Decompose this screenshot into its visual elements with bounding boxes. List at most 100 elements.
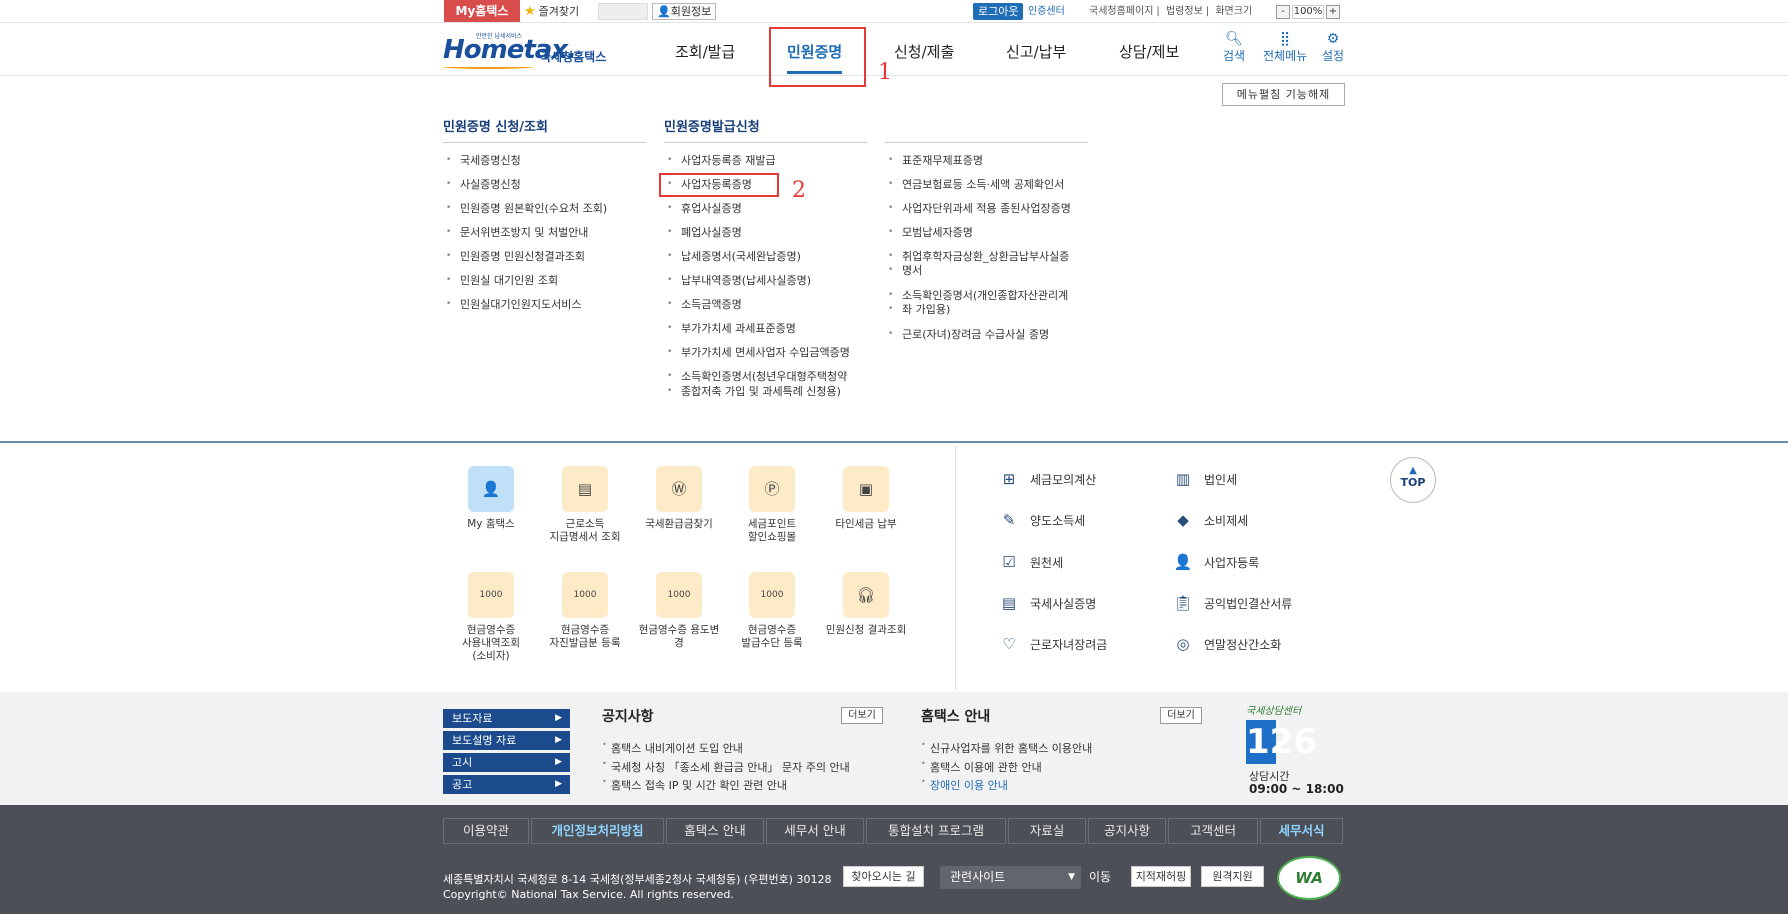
quick-pay-others-tax[interactable]: ▣ 타인세금 납부 [820, 466, 912, 531]
tax-fact-certificate[interactable]: ▤ 국세사실증명 [998, 592, 1096, 614]
notice-item[interactable]: 국세청 사칭 「종소세 환급금 안내」 문자 주의 안내 [602, 759, 850, 775]
header-all-menu[interactable]: ⣿ 전체메뉴 [1263, 31, 1307, 64]
menu-item[interactable]: 민원실대기인원지도서비스 [443, 298, 581, 311]
header-search[interactable]: 🔍︎ 검색 [1223, 31, 1245, 64]
favorites-button[interactable]: ★ 즐겨찾기 [524, 3, 579, 20]
scroll-top-button[interactable]: ▲ TOP [1390, 457, 1436, 503]
tax-consumption[interactable]: ◆ 소비제세 [1172, 509, 1248, 531]
quick-cash-receipt-method[interactable]: 1000 현금영수증 발급수단 등록 [726, 572, 818, 650]
footer-tax-office[interactable]: 세무서 안내 [766, 818, 864, 844]
news-section [0, 692, 1788, 805]
footer-hometax-guide[interactable]: 홈택스 안내 [666, 818, 764, 844]
footer-notice[interactable]: 공지사항 [1088, 818, 1166, 844]
guide-item[interactable]: 장애인 이용 안내 [921, 777, 1008, 793]
notice-more-button[interactable]: 더보기 [841, 707, 883, 724]
quick-my-hometax[interactable]: 👤 My 홈택스 [445, 466, 537, 531]
my-hometax-button[interactable]: My홈택스 [444, 0, 520, 22]
press-explanation-tab[interactable]: 보도설명 자료 ▶ [443, 731, 570, 750]
remote-support-button[interactable]: 원격지원 [1201, 866, 1264, 887]
tax-year-end-settlement[interactable]: ◎ 연말정산간소화 [1172, 633, 1281, 655]
menu-item[interactable]: 납부내역증명(납세사실증명) [664, 274, 811, 287]
logout-button[interactable]: 로그아웃 [973, 3, 1024, 20]
law-info-link[interactable]: 법령정보 [1166, 6, 1203, 17]
nav-inquiry[interactable]: 조회/발급 [675, 41, 735, 62]
address-text: 세종특별자치시 국세청로 8-14 국세청(정부세종2청사 국세청동) (우편번… [443, 873, 832, 886]
press-release-tab[interactable]: 보도자료 ▶ [443, 709, 570, 728]
tax-simulation[interactable]: ⊞ 세금모의계산 [998, 468, 1097, 490]
menu-item[interactable]: 소득확인증명서(청년우대형주택청약 [664, 370, 847, 383]
tax-public-interest[interactable]: 📋︎ 공익법인결산서류 [1172, 592, 1292, 614]
tax-corporate[interactable]: ▥ 법인세 [1172, 468, 1237, 490]
menu-item-continued[interactable]: 좌 가입용) [885, 303, 950, 316]
footer-library[interactable]: 자료실 [1008, 818, 1086, 844]
member-info-button[interactable]: 👤회원정보 [652, 3, 717, 20]
menu-item[interactable]: 소득금액증명 [664, 298, 742, 311]
menu-item[interactable]: 표준재무제표증명 [885, 154, 983, 167]
tax-earned-income-credit[interactable]: ♡ 근로자녀장려금 [998, 633, 1107, 655]
quick-cash-receipt-usage-change[interactable]: 1000 현금영수증 용도변 경 [633, 572, 725, 650]
tax-withholding[interactable]: ☑ 원천세 [998, 551, 1063, 573]
related-sites-select[interactable]: 관련사이트 ▼ [940, 866, 1081, 889]
related-sites-label: 관련사이트 [950, 870, 1006, 884]
menu-item[interactable]: 민원증명 민원신청결과조회 [443, 250, 585, 263]
menu-item-continued[interactable]: 명서 [885, 264, 922, 277]
footer-button-1[interactable]: 지적재허핑 [1131, 866, 1191, 887]
quick-cash-receipt-history[interactable]: 1000 현금영수증 사용내역조회 (소비자) [445, 572, 537, 663]
menu-item-continued[interactable]: 종합저축 가입 및 과세특례 신청용) [664, 385, 841, 398]
move-button[interactable]: 이동 [1089, 868, 1111, 885]
quick-tax-refund[interactable]: Ⓦ 국세환급금찾기 [633, 466, 725, 531]
hometax-logo[interactable]: 만만한 납세서비스 Hometax. 국세청홈택스 [443, 29, 613, 71]
menu-item[interactable]: 사업자등록증 재발급 [664, 154, 776, 167]
star-icon: ★ [524, 4, 536, 19]
menu-item[interactable]: 모범납세자증명 [885, 226, 973, 239]
menu-item[interactable]: 폐업사실증명 [664, 226, 742, 239]
menu-item[interactable]: 연금보험료등 소득·세액 공제확인서 [885, 178, 1064, 191]
person-icon: 👤 [1173, 553, 1193, 571]
tax-capital-gains[interactable]: ✎ 양도소득세 [998, 509, 1086, 531]
nav-consult-tip[interactable]: 상담/제보 [1119, 41, 1179, 62]
cert-center-link[interactable]: 인증센터 [1028, 3, 1065, 20]
menu-item[interactable]: 휴업사실증명 [664, 202, 742, 215]
tax-business-registration[interactable]: 👤 사업자등록 [1172, 551, 1260, 573]
menu-item[interactable]: 부가가치세 면세사업자 수입금액증명 [664, 346, 850, 359]
menu-item[interactable]: 문서위변조방지 및 처벌안내 [443, 226, 588, 239]
menu-item[interactable]: 취업후학자금상환_상환금납부사실증 [885, 250, 1069, 263]
nav-report-pay[interactable]: 신고/납부 [1006, 41, 1066, 62]
quick-tax-point-mall[interactable]: Ⓟ 세금포인트 할인쇼핑몰 [726, 466, 818, 544]
chevron-right-icon: ▶ [555, 779, 562, 789]
footer-tax-forms[interactable]: 세무서식 [1260, 818, 1343, 844]
guide-item[interactable]: 홈택스 이용에 관한 안내 [921, 759, 1042, 775]
menu-collapse-toggle[interactable]: 메뉴펼침 기능해제 [1222, 83, 1345, 106]
zoom-in-button[interactable]: + [1326, 4, 1340, 19]
menu-item[interactable]: 국세증명신청 [443, 154, 521, 167]
menu-item[interactable]: 소득확인증명서(개인종합자산관리계 [885, 289, 1068, 302]
notice-gosi-tab[interactable]: 고시 ▶ [443, 753, 570, 772]
menu-item[interactable]: 사실증명신청 [443, 178, 521, 191]
call-hours: 09:00 ~ 18:00 [1249, 782, 1344, 796]
quick-cash-receipt-self-issue[interactable]: 1000 현금영수증 자진발급분 등록 [539, 572, 631, 650]
notice-item[interactable]: 홈택스 내비게이션 도입 안내 [602, 740, 743, 756]
public-notice-tab[interactable]: 공고 ▶ [443, 775, 570, 794]
directions-button[interactable]: 찾아오시는 길 [843, 866, 924, 887]
quick-civil-result[interactable]: 🎧︎ 민원신청 결과조회 [820, 572, 912, 637]
footer-privacy[interactable]: 개인정보처리방침 [531, 818, 664, 844]
menu-item[interactable]: 부가가치세 과세표준증명 [664, 322, 796, 335]
menu-item[interactable]: 민원증명 원본확인(수요처 조회) [443, 202, 607, 215]
headset-icon: 🎧︎ [843, 572, 889, 618]
zoom-out-button[interactable]: - [1276, 4, 1290, 19]
notice-item[interactable]: 홈택스 접속 IP 및 시간 확인 관련 안내 [602, 777, 787, 793]
chevron-right-icon: ▶ [555, 735, 562, 745]
footer-customer-center[interactable]: 고객센터 [1168, 818, 1258, 844]
header-settings[interactable]: ⚙ 설정 [1322, 31, 1344, 64]
guide-item[interactable]: 신규사업자를 위한 홈택스 이용안내 [921, 740, 1092, 756]
guide-more-button[interactable]: 더보기 [1160, 707, 1202, 724]
menu-item[interactable]: 민원실 대기인원 조회 [443, 274, 558, 287]
nts-homepage-link[interactable]: 국세청홈페이지 [1089, 6, 1153, 17]
nav-apply-submit[interactable]: 신청/제출 [894, 41, 954, 62]
footer-install-program[interactable]: 통합설치 프로그램 [866, 818, 1006, 844]
menu-item[interactable]: 사업자단위과세 적용 종된사업장증명 [885, 202, 1071, 215]
menu-item[interactable]: 근로(자녀)장려금 수급사실 증명 [885, 328, 1049, 341]
menu-item[interactable]: 납세증명서(국세완납증명) [664, 250, 801, 263]
quick-earned-income-statement[interactable]: ▤ 근로소득 지급명세서 조회 [539, 466, 631, 544]
footer-terms[interactable]: 이용약관 [443, 818, 529, 844]
